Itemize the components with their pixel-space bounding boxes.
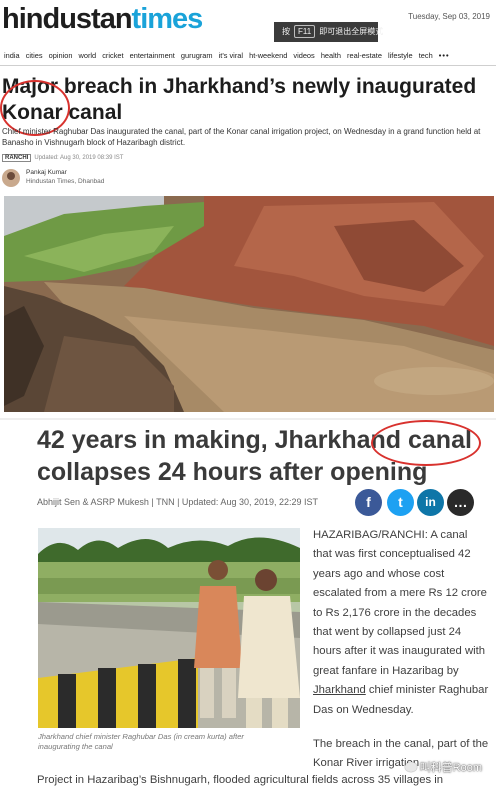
hindustan-times-logo[interactable]: hindustantimes <box>2 2 203 36</box>
updated-time: Updated: Aug 30, 2019 08:39 IST <box>34 155 124 161</box>
nav-item-its-viral[interactable]: it's viral <box>219 48 243 64</box>
jharkhand-link[interactable]: Jharkhand <box>313 684 366 696</box>
nav-item-lifestyle[interactable]: lifestyle <box>388 48 413 64</box>
photo-caption: Jharkhand chief minister Raghubar Das (i… <box>38 732 244 751</box>
nav-item-gurugram[interactable]: gurugram <box>181 48 213 64</box>
header-date: Tuesday, Sep 03, 2019 <box>408 12 490 21</box>
nav-item-entertainment[interactable]: entertainment <box>130 48 175 64</box>
ht-meta: RANCHI Updated: Aug 30, 2019 08:39 IST <box>2 154 123 162</box>
author-avatar[interactable] <box>2 169 20 187</box>
ht-headline: Major breach in Jharkhand’s newly inaugu… <box>2 75 477 124</box>
author-org: Hindustan Times, Dhanbad <box>26 178 105 185</box>
nav-item-ht-weekend[interactable]: ht-weekend <box>249 48 287 64</box>
f11-key: F11 <box>294 25 316 38</box>
canal-breach-photo <box>4 196 494 412</box>
ht-article-screenshot: hindustantimes 按 F11 即可退出全屏模式 Tuesday, Sep… <box>0 0 496 418</box>
wechat-icon <box>404 762 417 772</box>
nav-item-india[interactable]: india <box>4 48 20 64</box>
facebook-share-icon[interactable]: f <box>355 489 382 516</box>
comment-icon[interactable]: … <box>447 489 474 516</box>
article-paragraph-1: HAZARIBAG/RANCHI: A canal that was first… <box>313 529 489 716</box>
highlight-circle <box>371 420 481 466</box>
nav-item-videos[interactable]: videos <box>293 48 314 64</box>
section-nav: india cities opinion world cricket enter… <box>0 48 496 66</box>
nav-more-icon[interactable]: ••• <box>439 48 450 64</box>
cm-inauguration-image <box>38 528 300 728</box>
article-paragraph-2-continued: Project in Hazaribag’s Bishnugarh, flood… <box>37 774 444 786</box>
ht-summary: Chief minister Raghubar Das inaugurated … <box>2 127 481 147</box>
nav-item-real-estate[interactable]: real-estate <box>347 48 382 64</box>
fullscreen-exit-hint: 按 F11 即可退出全屏模式 <box>274 22 383 42</box>
canal-breach-image <box>4 196 494 412</box>
nav-item-tech[interactable]: tech <box>419 48 433 64</box>
wechat-watermark: 叫科普Room <box>404 759 482 775</box>
linkedin-share-icon[interactable]: in <box>417 489 444 516</box>
cm-inauguration-photo <box>38 528 300 728</box>
nav-item-opinion[interactable]: opinion <box>49 48 73 64</box>
masthead: hindustantimes 按 F11 即可退出全屏模式 Tuesday, Sep… <box>0 0 496 44</box>
nav-item-cricket[interactable]: cricket <box>102 48 123 64</box>
byline: Abhijit Sen & ASRP Mukesh | TNN | Update… <box>37 497 319 507</box>
twitter-share-icon[interactable]: t <box>387 489 414 516</box>
nav-item-world[interactable]: world <box>79 48 97 64</box>
location-tag[interactable]: RANCHI <box>2 154 32 162</box>
nav-item-health[interactable]: health <box>321 48 341 64</box>
author-name[interactable]: Pankaj Kumar <box>26 169 67 176</box>
nav-item-cities[interactable]: cities <box>26 48 43 64</box>
